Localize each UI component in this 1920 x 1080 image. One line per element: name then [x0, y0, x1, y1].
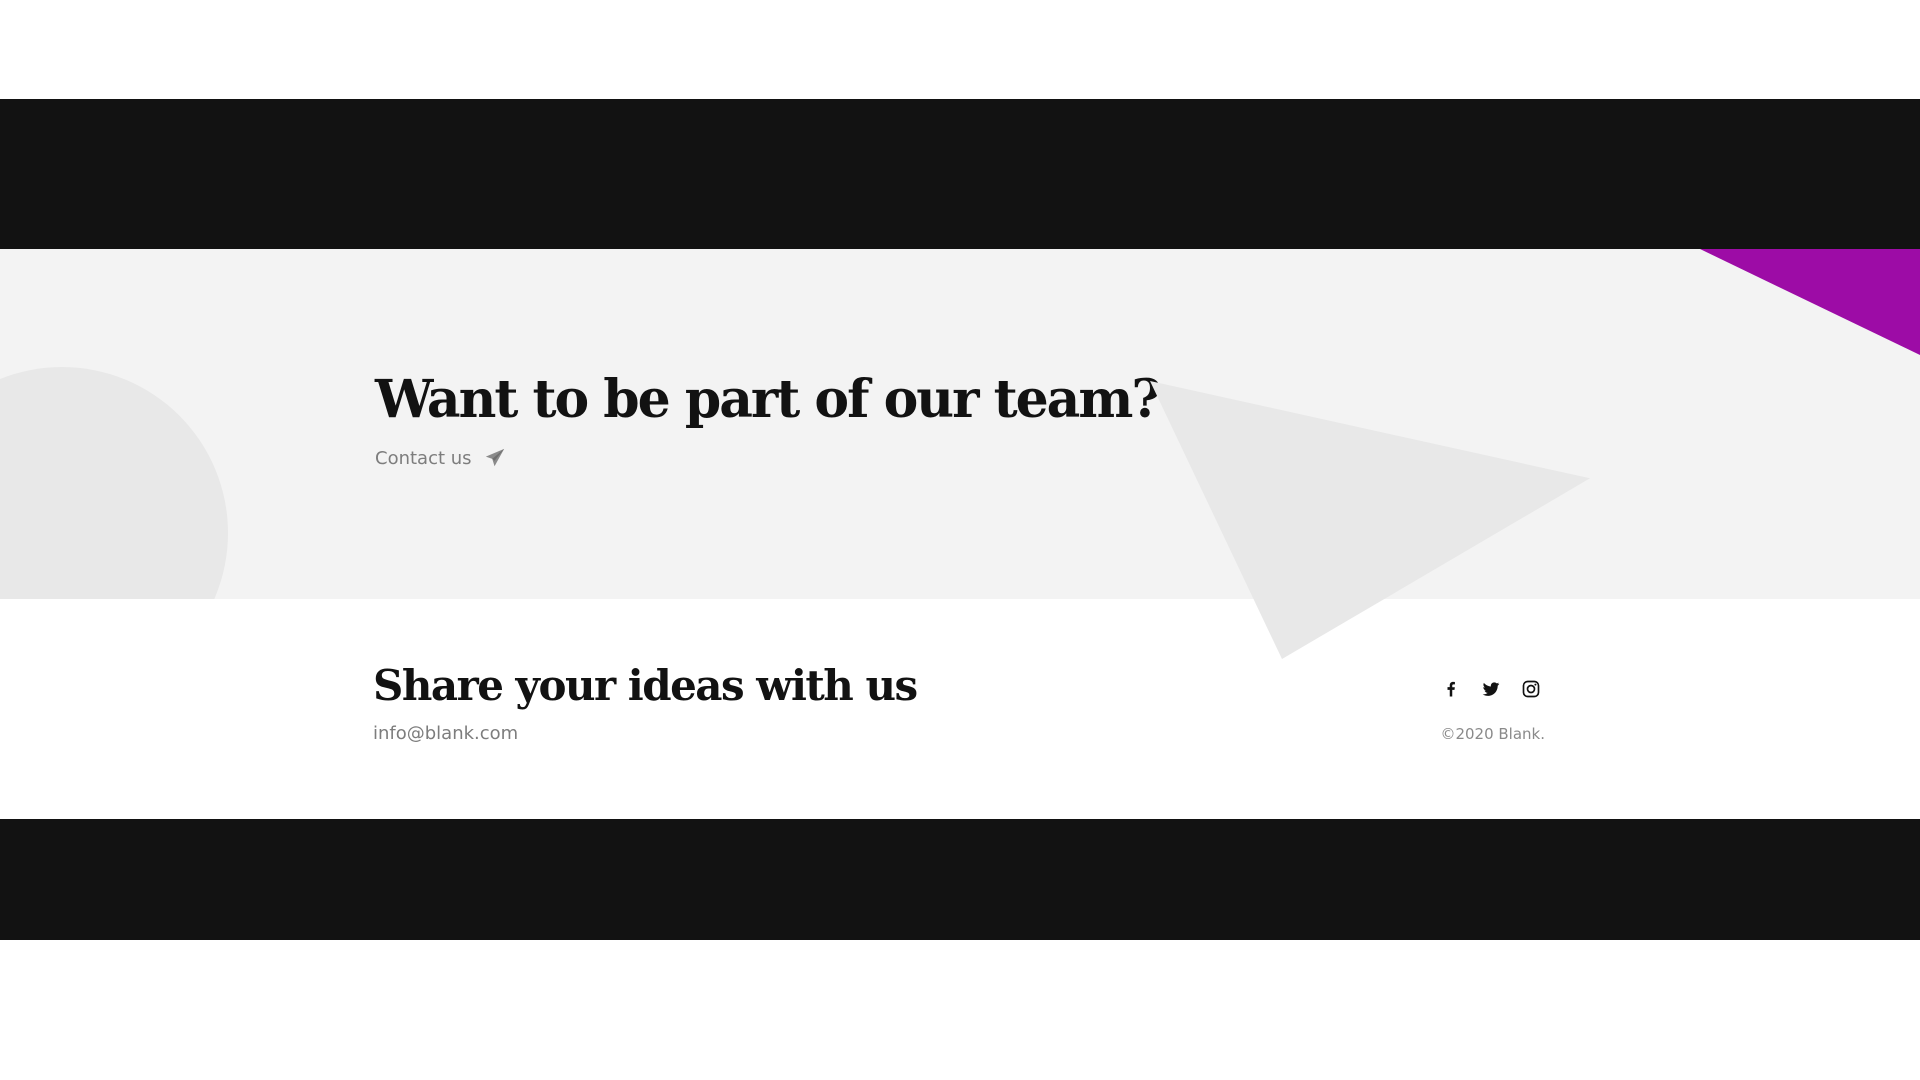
decorative-circle: [0, 367, 228, 599]
instagram-link[interactable]: [1520, 678, 1542, 700]
social-links: [1440, 678, 1542, 700]
cta-section: Want to be part of our team? Contact us: [0, 249, 1920, 599]
top-dark-bar: [0, 99, 1920, 249]
email-link[interactable]: info@blank.com: [373, 723, 518, 744]
twitter-link[interactable]: [1480, 678, 1502, 700]
facebook-icon: [1447, 681, 1455, 697]
paper-plane-icon: [484, 447, 506, 469]
decorative-purple-triangle: [1700, 249, 1920, 355]
twitter-icon: [1482, 682, 1500, 696]
footer: Share your ideas with us info@blank.com: [0, 599, 1920, 819]
copyright-text: ©2020 Blank.: [1440, 725, 1545, 743]
contact-us-link[interactable]: Contact us: [375, 447, 506, 469]
contact-us-label: Contact us: [375, 447, 472, 469]
bottom-dark-bar: [0, 819, 1920, 940]
facebook-link[interactable]: [1440, 678, 1462, 700]
footer-heading: Share your ideas with us: [373, 661, 918, 710]
instagram-icon: [1522, 680, 1540, 698]
page: Want to be part of our team? Contact us …: [0, 0, 1920, 1080]
cta-heading: Want to be part of our team?: [375, 369, 1162, 430]
